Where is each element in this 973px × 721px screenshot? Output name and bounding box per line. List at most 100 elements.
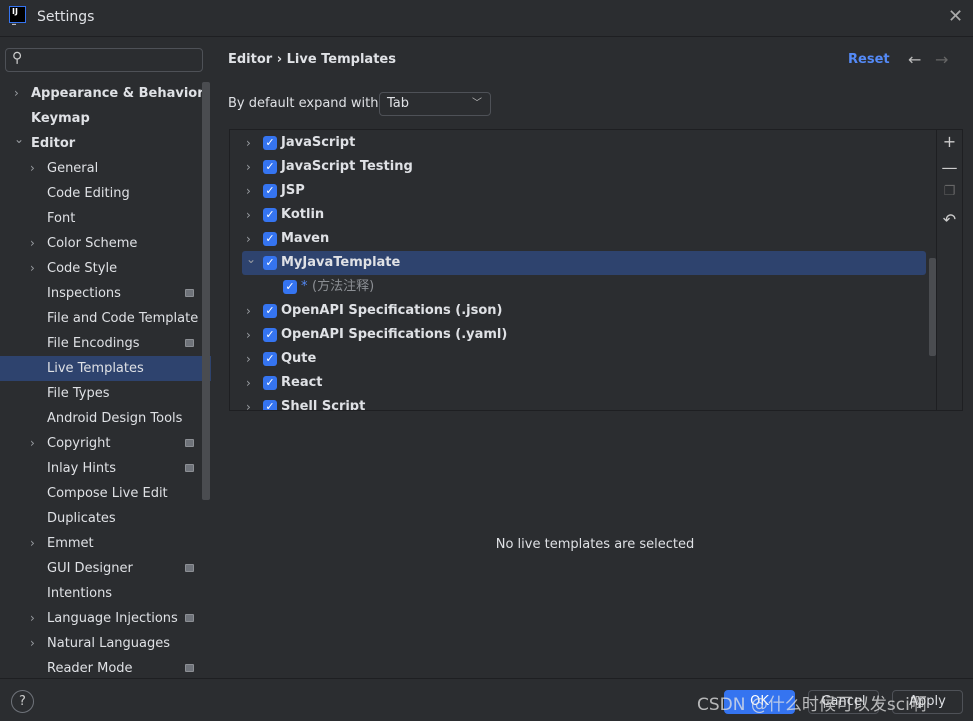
sidebar-scrollbar[interactable] (202, 82, 210, 500)
sidebar-item[interactable]: File Encodings (0, 331, 211, 356)
tree-row[interactable]: › ✓ Shell Script (242, 395, 926, 410)
sidebar-item[interactable]: File and Code Template (0, 306, 211, 331)
copy-icon[interactable]: ❐ (937, 184, 962, 199)
intellij-logo-icon: IJ _ (9, 6, 26, 25)
checkbox[interactable]: ✓ (263, 136, 277, 150)
checkbox[interactable]: ✓ (283, 280, 297, 294)
tree-row[interactable]: › ✓ Qute (242, 347, 926, 371)
chevron-right-icon[interactable]: › (246, 371, 251, 395)
chevron-right-icon[interactable]: › (246, 323, 251, 347)
expand-label: By default expand with (228, 96, 379, 111)
tree-row[interactable]: › ✓ React (242, 371, 926, 395)
sidebar-item[interactable]: GUI Designer (0, 556, 211, 581)
checkbox[interactable]: ✓ (263, 208, 277, 222)
sidebar-item[interactable]: Compose Live Edit (0, 481, 211, 506)
help-button[interactable]: ? (11, 690, 34, 713)
sidebar-item[interactable]: Intentions (0, 581, 211, 606)
chevron-right-icon[interactable]: › (246, 347, 251, 371)
chevron-down-icon: ﹀ (472, 98, 482, 109)
tree-row[interactable]: › ✓ Maven (242, 227, 926, 251)
sidebar-item[interactable]: Font (0, 206, 211, 231)
tree-row[interactable]: › ✓ OpenAPI Specifications (.yaml) (242, 323, 926, 347)
sidebar-item-label: Color Scheme (47, 236, 138, 251)
sidebar-item[interactable]: Inspections (0, 281, 211, 306)
chevron-right-icon[interactable]: › (30, 606, 35, 631)
chevron-down-icon[interactable]: ⌄ (246, 247, 256, 271)
checkbox[interactable]: ✓ (263, 352, 277, 366)
close-icon[interactable]: ✕ (948, 6, 963, 27)
checkbox[interactable]: ✓ (263, 232, 277, 246)
sidebar-item[interactable]: Duplicates (0, 506, 211, 531)
sidebar-item-label: Copyright (47, 436, 111, 451)
reset-link[interactable]: Reset (848, 52, 890, 67)
sidebar-item-label: File Encodings (47, 336, 140, 351)
checkbox[interactable]: ✓ (263, 256, 277, 270)
sidebar-item[interactable]: › Appearance & Behavior (0, 81, 211, 106)
checkbox[interactable]: ✓ (263, 304, 277, 318)
sidebar-item[interactable]: File Types (0, 381, 211, 406)
sidebar-item[interactable]: ⌄ Editor (0, 131, 211, 156)
project-settings-icon (185, 614, 194, 622)
tree-item-label: Kotlin (281, 207, 325, 222)
settings-search-input[interactable]: ⚲ (5, 48, 203, 72)
sidebar-item-label: Font (47, 211, 76, 226)
tree-item-label: MyJavaTemplate (281, 255, 401, 270)
sidebar-item[interactable]: › General (0, 156, 211, 181)
sidebar-item[interactable]: Android Design Tools (0, 406, 211, 431)
sidebar-item-label: Editor (31, 136, 76, 151)
chevron-right-icon[interactable]: › (14, 81, 19, 106)
tree-row[interactable]: ⌄ ✓ MyJavaTemplate (242, 251, 926, 275)
chevron-right-icon[interactable]: › (30, 631, 35, 656)
sidebar-item-label: Natural Languages (47, 636, 171, 651)
tree-row[interactable]: ✓ * (方法注释) (242, 275, 926, 299)
sidebar-item-label: Live Templates (47, 361, 144, 376)
sidebar-item[interactable]: › Copyright (0, 431, 211, 456)
expand-value: Tab (387, 96, 410, 111)
chevron-right-icon[interactable]: › (30, 231, 35, 256)
templates-tree: › ✓ JavaScript › ✓ JavaScript Testing › ✓ JSP › ✓ K… (229, 129, 963, 411)
sidebar-item-label: File and Code Template (47, 311, 199, 326)
chevron-right-icon[interactable]: › (246, 395, 251, 410)
restore-icon[interactable]: ↶ (937, 210, 962, 229)
sidebar-item[interactable]: › Color Scheme (0, 231, 211, 256)
sidebar-item-label: Duplicates (47, 511, 116, 526)
sidebar-item[interactable]: › Code Style (0, 256, 211, 281)
sidebar-item[interactable]: Code Editing (0, 181, 211, 206)
checkbox[interactable]: ✓ (263, 184, 277, 198)
sidebar-item[interactable]: Keymap (0, 106, 211, 131)
sidebar-item-label: General (47, 161, 99, 176)
chevron-right-icon[interactable]: › (30, 256, 35, 281)
sidebar-item[interactable]: › Language Injections (0, 606, 211, 631)
expand-with-select[interactable]: Tab ﹀ (379, 92, 491, 116)
project-settings-icon (185, 339, 194, 347)
sidebar-item[interactable]: Inlay Hints (0, 456, 211, 481)
chevron-right-icon[interactable]: › (246, 155, 251, 179)
tree-row[interactable]: › ✓ Kotlin (242, 203, 926, 227)
tree-row[interactable]: › ✓ OpenAPI Specifications (.json) (242, 299, 926, 323)
remove-icon[interactable]: — (937, 158, 962, 177)
chevron-right-icon[interactable]: › (246, 131, 251, 155)
add-icon[interactable]: + (937, 132, 962, 151)
chevron-right-icon[interactable]: › (30, 431, 35, 456)
chevron-right-icon[interactable]: › (246, 203, 251, 227)
sidebar-item[interactable]: › Natural Languages (0, 631, 211, 656)
tree-row[interactable]: › ✓ JSP (242, 179, 926, 203)
search-icon: ⚲ (12, 50, 23, 66)
tree-item-label: Maven (281, 231, 330, 246)
checkbox[interactable]: ✓ (263, 376, 277, 390)
forward-arrow-icon[interactable]: → (935, 50, 948, 69)
tree-scrollbar[interactable] (929, 258, 936, 356)
tree-row[interactable]: › ✓ JavaScript Testing (242, 155, 926, 179)
chevron-right-icon[interactable]: › (246, 179, 251, 203)
chevron-down-icon[interactable]: ⌄ (14, 127, 24, 152)
checkbox[interactable]: ✓ (263, 328, 277, 342)
checkbox[interactable]: ✓ (263, 160, 277, 174)
back-arrow-icon[interactable]: ← (908, 50, 921, 69)
tree-row[interactable]: › ✓ JavaScript (242, 131, 926, 155)
sidebar-item-label: Code Style (47, 261, 118, 276)
tree-item-label: OpenAPI Specifications (.json) (281, 303, 503, 318)
chevron-right-icon[interactable]: › (246, 299, 251, 323)
checkbox[interactable]: ✓ (263, 400, 277, 410)
chevron-right-icon[interactable]: › (30, 156, 35, 181)
sidebar-item[interactable]: Live Templates (0, 356, 211, 381)
